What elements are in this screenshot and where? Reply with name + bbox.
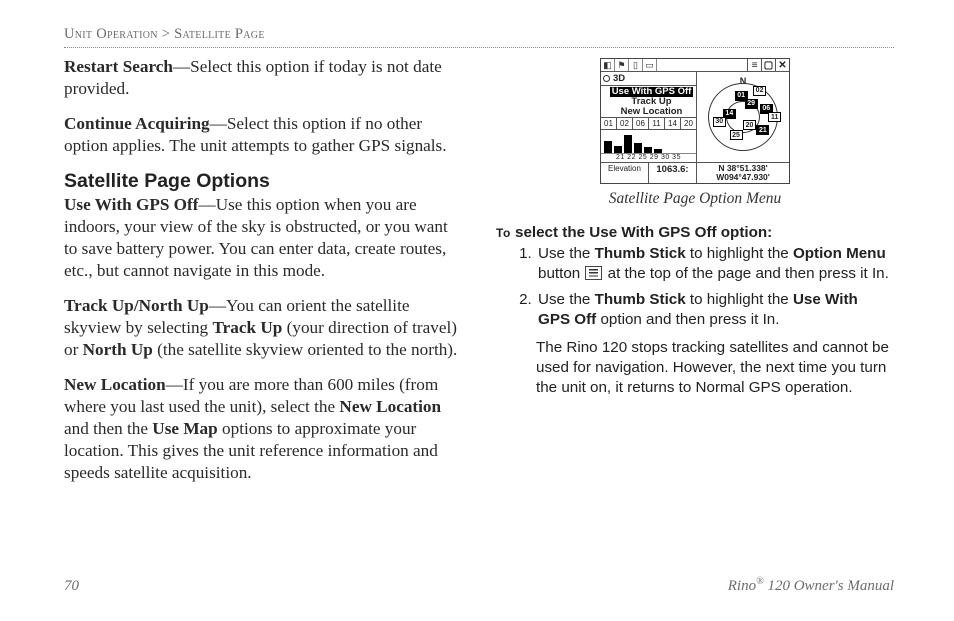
page-footer: 70 Rino® 120 Owner's Manual xyxy=(64,576,894,595)
text: to highlight the xyxy=(686,245,793,262)
term-new-location-2: New Location xyxy=(339,397,441,416)
text: option and then press it In. xyxy=(596,311,779,328)
text: at the top of the page and then press it… xyxy=(603,265,888,282)
sat-marker: 20 xyxy=(743,120,756,130)
text: (the satellite skyview oriented to the n… xyxy=(153,340,458,359)
term-continue-acquiring: Continue Acquiring xyxy=(64,114,210,133)
text: and then the xyxy=(64,419,152,438)
columns: Restart Search—Select this option if tod… xyxy=(64,56,894,497)
device-screenshot: ◧ ⚑ ▯ ▭ ≡ ▢ ✕ 3D U xyxy=(600,58,790,184)
para-restart-search: Restart Search—Select this option if tod… xyxy=(64,56,462,100)
signal-bars xyxy=(601,129,696,153)
para-track-up-north-up: Track Up/North Up—You can orient the sat… xyxy=(64,295,462,361)
device-top-bar: ◧ ⚑ ▯ ▭ ≡ ▢ ✕ xyxy=(601,59,789,72)
menu-item: New Location xyxy=(609,107,694,117)
sat-marker: 30 xyxy=(713,117,726,127)
column-left: Restart Search—Select this option if tod… xyxy=(64,56,462,497)
heading-satellite-page-options: Satellite Page Options xyxy=(64,170,462,193)
term-option-menu: Option Menu xyxy=(793,245,886,262)
elevation-value: 1063.6: xyxy=(649,163,697,183)
sat-marker: 29 xyxy=(745,99,758,109)
sat-marker: 02 xyxy=(753,86,766,96)
instruction-heading: To select the Use With GPS Off option: xyxy=(496,224,894,241)
device-sat-ids: 01 02 06 11 14 20 xyxy=(601,117,696,129)
figure-caption: Satellite Page Option Menu xyxy=(496,190,894,208)
sat-id: 06 xyxy=(635,119,646,128)
para-continue-acquiring: Continue Acquiring—Select this option if… xyxy=(64,113,462,157)
sat-id: 02 xyxy=(619,119,630,128)
to-smallcaps: To xyxy=(496,226,511,240)
sat-id: 01 xyxy=(603,119,614,128)
mode-3d-icon xyxy=(603,75,610,82)
sat-marker: 21 xyxy=(756,125,769,135)
breadcrumb-page: Satellite Page xyxy=(174,26,265,42)
term-track-up: Track Up xyxy=(212,318,282,337)
bar-labels: 21 22 25 29 30 35 xyxy=(601,153,696,162)
sat-id: 11 xyxy=(651,119,662,128)
text: Use the xyxy=(538,291,595,308)
menu-icon: ≡ xyxy=(747,59,761,71)
instruction-heading-text: select the Use With GPS Off option: xyxy=(511,224,772,241)
status-icon: ⚑ xyxy=(615,59,629,71)
divider-dotted xyxy=(64,47,894,48)
mode-3d-label: 3D xyxy=(613,73,625,84)
product-name: Rino xyxy=(728,578,756,594)
coord-lon: W094°47.930' xyxy=(700,173,786,182)
registered-mark: ® xyxy=(756,576,764,587)
column-right: ◧ ⚑ ▯ ▭ ≡ ▢ ✕ 3D U xyxy=(496,56,894,497)
manual-rest: 120 Owner's Manual xyxy=(764,578,894,594)
coordinates: N 38°51.338' W094°47.930' xyxy=(697,163,789,183)
manual-title: Rino® 120 Owner's Manual xyxy=(728,576,894,595)
sat-marker: 11 xyxy=(768,112,781,122)
term-use-with-gps-off: Use With GPS Off xyxy=(64,195,199,214)
steps-list: Use the Thumb Stick to highlight the Opt… xyxy=(496,244,894,330)
device-skyview: N 01 02 06 11 14 20 21 25 29 3 xyxy=(697,72,789,162)
text: Use the xyxy=(538,245,595,262)
device-menu: Use With GPS Off Track Up New Location xyxy=(601,86,696,117)
term-use-map: Use Map xyxy=(152,419,217,438)
breadcrumb: Unit Operation > Satellite Page xyxy=(64,26,894,43)
figure-satellite-page-option-menu: ◧ ⚑ ▯ ▭ ≡ ▢ ✕ 3D U xyxy=(496,58,894,208)
breadcrumb-section: Unit Operation xyxy=(64,26,158,42)
text: to highlight the xyxy=(686,291,793,308)
device-left-panel: 3D Use With GPS Off Track Up New Locatio… xyxy=(601,72,697,162)
text: button xyxy=(538,265,584,282)
page-number: 70 xyxy=(64,578,79,595)
para-new-location: New Location—If you are more than 600 mi… xyxy=(64,374,462,484)
menu-button-icon xyxy=(585,266,602,280)
term-thumb-stick: Thumb Stick xyxy=(595,245,686,262)
para-use-with-gps-off: Use With GPS Off—Use this option when yo… xyxy=(64,194,462,282)
term-restart-search: Restart Search xyxy=(64,57,173,76)
sat-id: 14 xyxy=(667,119,678,128)
term-thumb-stick: Thumb Stick xyxy=(595,291,686,308)
status-icon: ◧ xyxy=(601,59,615,71)
note-text: The Rino 120 stops tracking satellites a… xyxy=(536,338,894,398)
sat-marker: 25 xyxy=(730,130,743,140)
elevation-label: Elevation xyxy=(601,163,649,183)
term-north-up: North Up xyxy=(83,340,153,359)
term-new-location: New Location xyxy=(64,375,166,394)
step-2: Use the Thumb Stick to highlight the Use… xyxy=(536,290,894,330)
breadcrumb-sep: > xyxy=(162,26,170,42)
step-1: Use the Thumb Stick to highlight the Opt… xyxy=(536,244,894,284)
window-icon: ▢ xyxy=(761,59,775,71)
device-body: 3D Use With GPS Off Track Up New Locatio… xyxy=(601,72,789,162)
device-bottom-bar: Elevation 1063.6: N 38°51.338' W094°47.9… xyxy=(601,162,789,183)
device-menu-header: 3D xyxy=(601,72,696,86)
term-track-north: Track Up/North Up xyxy=(64,296,209,315)
sat-id: 20 xyxy=(683,119,694,128)
close-icon: ✕ xyxy=(775,59,789,71)
status-icon: ▯ xyxy=(629,59,643,71)
status-icon: ▭ xyxy=(643,59,657,71)
